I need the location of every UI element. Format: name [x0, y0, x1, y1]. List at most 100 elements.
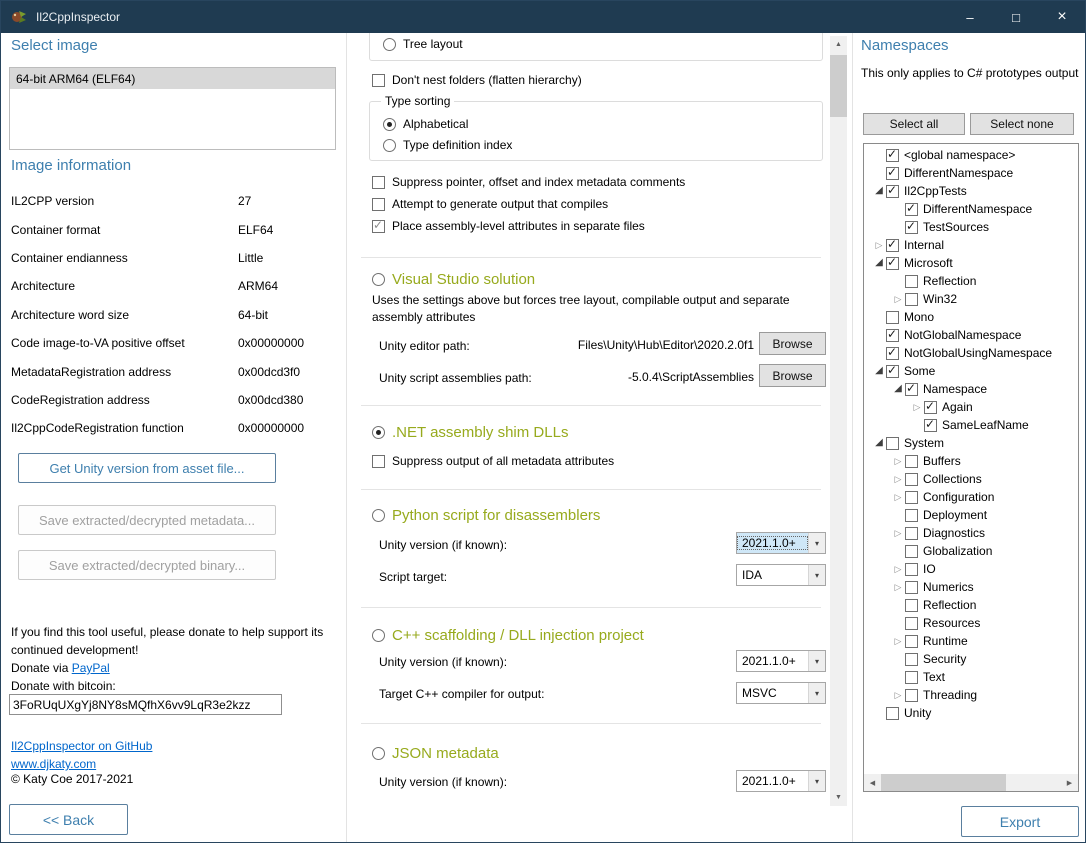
tree-item[interactable]: ▷Diagnostics: [864, 524, 1078, 542]
tree-item[interactable]: SameLeafName: [864, 416, 1078, 434]
bitcoin-address-input[interactable]: [9, 694, 282, 715]
tree-item[interactable]: <global namespace>: [864, 146, 1078, 164]
tree-expander-icon[interactable]: ▷: [891, 457, 905, 466]
tree-checkbox[interactable]: [886, 365, 899, 378]
tree-checkbox[interactable]: [886, 329, 899, 342]
python-script-radio[interactable]: Python script for disassemblers: [372, 507, 600, 524]
tree-checkbox[interactable]: [905, 455, 918, 468]
scroll-right-button[interactable]: ▶: [1061, 774, 1078, 791]
back-button[interactable]: << Back: [9, 804, 128, 835]
tree-checkbox[interactable]: [924, 401, 937, 414]
suppress-attributes-checkbox[interactable]: Suppress output of all metadata attribut…: [372, 454, 614, 468]
tree-item[interactable]: Text: [864, 668, 1078, 686]
select-none-button[interactable]: Select none: [970, 113, 1074, 135]
tree-item[interactable]: ▷Win32: [864, 290, 1078, 308]
tree-expander-icon[interactable]: ◢: [872, 438, 886, 448]
cpp-scaffolding-radio[interactable]: C++ scaffolding / DLL injection project: [372, 627, 644, 644]
tree-item[interactable]: ▷Runtime: [864, 632, 1078, 650]
tree-item[interactable]: ▷Configuration: [864, 488, 1078, 506]
cpp-compiler-select[interactable]: MSVC ▾: [736, 682, 826, 704]
get-unity-version-button[interactable]: Get Unity version from asset file...: [18, 453, 276, 483]
tree-checkbox[interactable]: [905, 491, 918, 504]
tree-item[interactable]: Security: [864, 650, 1078, 668]
tree-item[interactable]: ▷Again: [864, 398, 1078, 416]
tree-item[interactable]: Resources: [864, 614, 1078, 632]
tree-expander-icon[interactable]: ▷: [891, 691, 905, 700]
alphabetical-radio[interactable]: Alphabetical: [383, 117, 468, 131]
scrollbar-thumb[interactable]: [881, 774, 1006, 791]
tree-checkbox[interactable]: [905, 653, 918, 666]
scrollbar-track[interactable]: [881, 774, 1061, 791]
json-unity-version-select[interactable]: 2021.1.0+ ▾: [736, 770, 826, 792]
script-target-select[interactable]: IDA ▾: [736, 564, 826, 586]
tree-checkbox[interactable]: [905, 293, 918, 306]
tree-item[interactable]: ▷Internal: [864, 236, 1078, 254]
tree-checkbox[interactable]: [905, 527, 918, 540]
tree-checkbox[interactable]: [886, 311, 899, 324]
save-metadata-button[interactable]: Save extracted/decrypted metadata...: [18, 505, 276, 535]
tree-item[interactable]: ◢Microsoft: [864, 254, 1078, 272]
separate-attributes-checkbox[interactable]: Place assembly-level attributes in separ…: [372, 219, 645, 233]
cpp-unity-version-select[interactable]: 2021.1.0+ ▾: [736, 650, 826, 672]
tree-expander-icon[interactable]: ◢: [872, 258, 886, 268]
python-unity-version-select[interactable]: 2021.1.0+ ▾: [736, 532, 826, 554]
suppress-comments-checkbox[interactable]: Suppress pointer, offset and index metad…: [372, 175, 685, 189]
tree-checkbox[interactable]: [905, 203, 918, 216]
tree-item[interactable]: ▷Buffers: [864, 452, 1078, 470]
tree-checkbox[interactable]: [905, 599, 918, 612]
tree-checkbox[interactable]: [905, 275, 918, 288]
tree-expander-icon[interactable]: ▷: [891, 583, 905, 592]
tree-expander-icon[interactable]: ◢: [891, 384, 905, 394]
tree-item[interactable]: NotGlobalNamespace: [864, 326, 1078, 344]
tree-expander-icon[interactable]: ◢: [872, 366, 886, 376]
tree-item[interactable]: ◢Il2CppTests: [864, 182, 1078, 200]
scroll-up-button[interactable]: ▲: [830, 36, 847, 53]
save-binary-button[interactable]: Save extracted/decrypted binary...: [18, 550, 276, 580]
tree-checkbox[interactable]: [886, 185, 899, 198]
tree-checkbox[interactable]: [905, 689, 918, 702]
select-all-button[interactable]: Select all: [863, 113, 965, 135]
json-metadata-radio[interactable]: JSON metadata: [372, 745, 499, 762]
tree-checkbox[interactable]: [905, 221, 918, 234]
tree-item[interactable]: ◢Some: [864, 362, 1078, 380]
tree-item[interactable]: ▷IO: [864, 560, 1078, 578]
tree-checkbox[interactable]: [886, 257, 899, 270]
tree-expander-icon[interactable]: ▷: [891, 475, 905, 484]
tree-checkbox[interactable]: [905, 383, 918, 396]
scroll-left-button[interactable]: ◀: [864, 774, 881, 791]
tree-expander-icon[interactable]: ◢: [872, 186, 886, 196]
tree-layout-radio[interactable]: Tree layout: [383, 37, 463, 51]
tree-item[interactable]: Reflection: [864, 596, 1078, 614]
tree-item[interactable]: ◢System: [864, 434, 1078, 452]
tree-checkbox[interactable]: [924, 419, 937, 432]
image-listbox[interactable]: 64-bit ARM64 (ELF64): [9, 67, 336, 150]
tree-checkbox[interactable]: [905, 671, 918, 684]
tree-checkbox[interactable]: [886, 707, 899, 720]
tree-expander-icon[interactable]: ▷: [872, 241, 886, 250]
unity-editor-path-value[interactable]: Files\Unity\Hub\Editor\2020.2.0f1: [537, 335, 754, 355]
tree-checkbox[interactable]: [905, 473, 918, 486]
tree-checkbox[interactable]: [905, 581, 918, 594]
tree-checkbox[interactable]: [905, 545, 918, 558]
tree-item[interactable]: ◢Namespace: [864, 380, 1078, 398]
script-assemblies-path-value[interactable]: -5.0.4\ScriptAssemblies: [537, 367, 754, 387]
flatten-hierarchy-checkbox[interactable]: Don't nest folders (flatten hierarchy): [372, 73, 582, 87]
tree-item[interactable]: ▷Collections: [864, 470, 1078, 488]
tree-expander-icon[interactable]: ▷: [910, 403, 924, 412]
visual-studio-solution-radio[interactable]: Visual Studio solution: [372, 271, 535, 288]
export-button[interactable]: Export: [961, 806, 1079, 837]
attempt-compiles-checkbox[interactable]: Attempt to generate output that compiles: [372, 197, 608, 211]
tree-checkbox[interactable]: [886, 347, 899, 360]
close-button[interactable]: ×: [1039, 1, 1085, 33]
github-link[interactable]: Il2CppInspector on GitHub: [11, 739, 152, 753]
tree-item[interactable]: Deployment: [864, 506, 1078, 524]
tree-item[interactable]: DifferentNamespace: [864, 164, 1078, 182]
tree-item[interactable]: Unity: [864, 704, 1078, 722]
website-link[interactable]: www.djkaty.com: [11, 757, 96, 771]
shim-dlls-radio[interactable]: .NET assembly shim DLLs: [372, 424, 568, 441]
tree-checkbox[interactable]: [905, 563, 918, 576]
tree-expander-icon[interactable]: ▷: [891, 493, 905, 502]
tree-expander-icon[interactable]: ▷: [891, 565, 905, 574]
tree-checkbox[interactable]: [886, 437, 899, 450]
tree-checkbox[interactable]: [886, 149, 899, 162]
